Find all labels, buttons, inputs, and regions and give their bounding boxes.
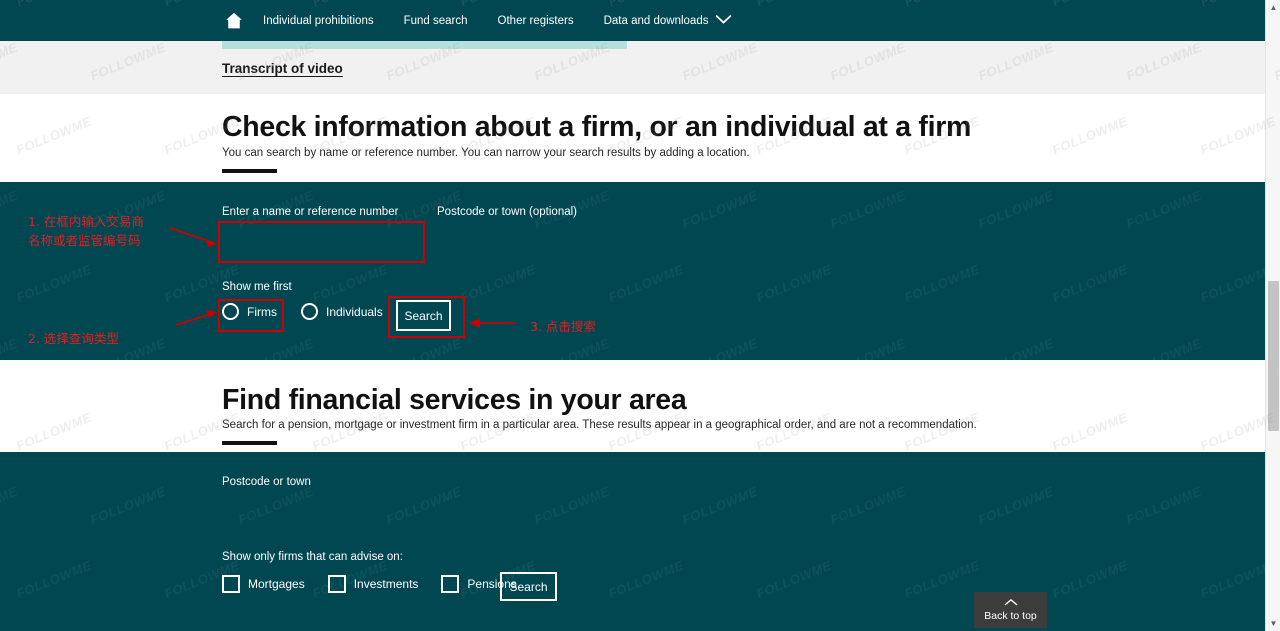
back-to-top-button[interactable]: Back to top [974,592,1047,628]
nav-items: Individual prohibitions Fund search Othe… [263,0,750,41]
checkbox-label-mortgages: Mortgages [248,577,305,591]
nav-item-data-and-downloads[interactable]: Data and downloads [604,14,751,28]
firm-search-panel [0,182,1265,360]
section-one-header: Check information about a firm, or an in… [0,94,1265,182]
radio-option-individuals[interactable]: Individuals [301,303,383,320]
nav-item-fund-search[interactable]: Fund search [404,15,486,27]
radio-label-firms: Firms [247,304,277,319]
section-two-header: Find financial services in your area Sea… [0,360,1265,452]
chevron-up-icon [1004,598,1018,607]
scrollbar-down-arrow-icon[interactable]: ▼ [1266,616,1280,631]
nav-item-other-registers[interactable]: Other registers [498,15,592,27]
checkbox-option-investments[interactable]: Investments [327,575,419,593]
area-search-panel [0,452,1265,631]
nav-item-label: Individual prohibitions [263,14,374,27]
page-title: Check information about a firm, or an in… [222,111,972,143]
section-two-subtitle: Search for a pension, mortgage or invest… [222,419,977,431]
checkbox-box-pensions[interactable] [441,575,460,593]
area-search-button[interactable]: Search [500,572,557,601]
scrollbar-up-arrow-icon[interactable]: ▲ [1266,0,1280,15]
checkbox-label-investments: Investments [353,577,419,591]
top-navigation-bar: Individual prohibitions Fund search Othe… [0,0,1265,41]
scrollbar-thumb[interactable] [1268,281,1279,431]
nav-item-individual-prohibitions[interactable]: Individual prohibitions [263,15,392,27]
nav-item-label: Other registers [497,14,574,27]
transcript-of-video-link[interactable]: Transcript of video [222,61,343,76]
checkbox-box-mortgages[interactable] [222,575,240,593]
firm-search-button[interactable]: Search [396,300,451,331]
radio-label-individuals: Individuals [326,304,383,319]
advise-on-group-label: Show only firms that can advise on: [222,551,403,563]
home-icon[interactable] [222,9,246,33]
show-me-first-radio-group: Firms Individuals [222,303,383,320]
chevron-down-icon [715,14,732,28]
show-me-first-label: Show me first [222,281,292,293]
section-two-title: Find financial services in your area [222,384,687,416]
transcript-strip [0,41,1265,94]
nav-item-label: Fund search [403,14,468,27]
checkbox-box-investments[interactable] [327,575,346,593]
area-postcode-field-label: Postcode or town [222,476,311,488]
section-two-underline-rule [222,441,277,445]
name-field-label: Enter a name or reference number [222,206,399,218]
postcode-field-label: Postcode or town (optional) [437,206,577,218]
checkbox-option-mortgages[interactable]: Mortgages [222,575,305,593]
radio-circle-firms[interactable] [222,303,239,320]
back-to-top-label: Back to top [984,610,1037,622]
vertical-scrollbar[interactable]: ▲ ▼ [1265,0,1280,631]
page-subtitle: You can search by name or reference numb… [222,147,750,159]
progress-bar-accent [222,41,627,49]
title-underline-rule [222,169,277,173]
radio-circle-individuals[interactable] [301,303,318,320]
advise-on-checkbox-group: Mortgages Investments Pensions [222,575,517,593]
radio-option-firms[interactable]: Firms [222,303,277,320]
nav-item-label: Data and downloads [603,14,709,27]
